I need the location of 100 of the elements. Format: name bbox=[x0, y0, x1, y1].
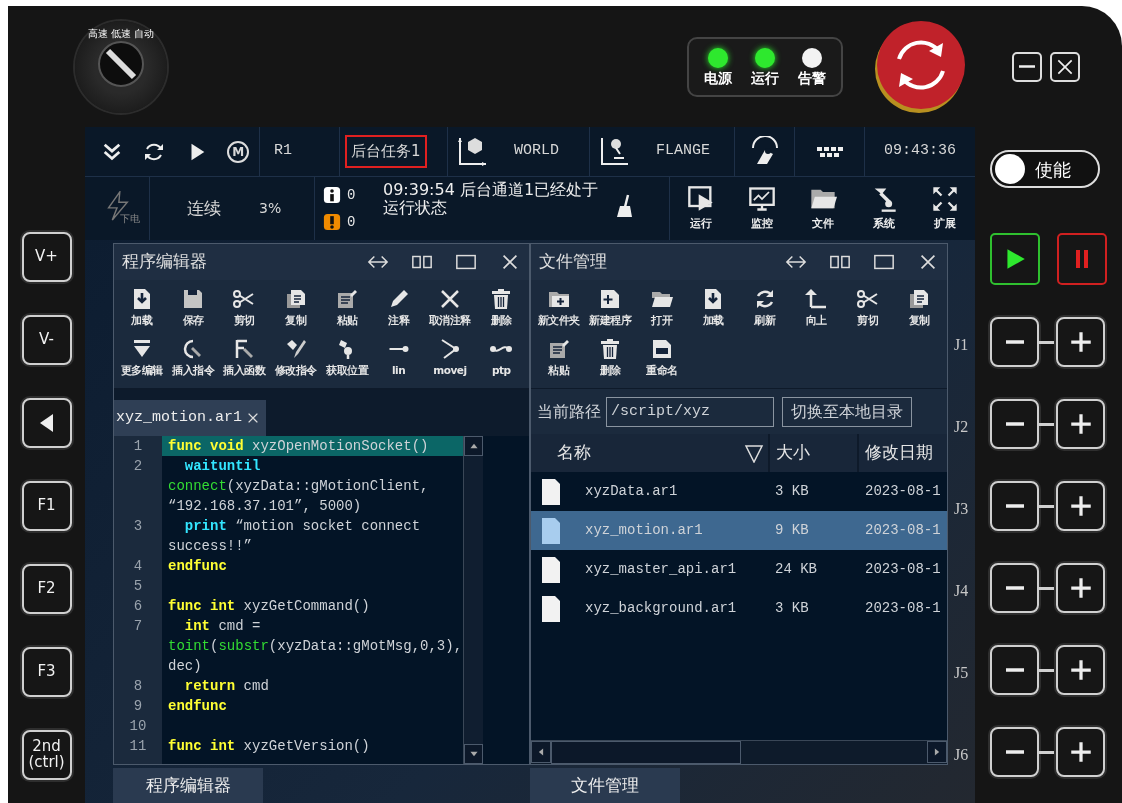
joint-label: J3 bbox=[954, 499, 969, 519]
jog-plus-button[interactable] bbox=[1056, 727, 1105, 777]
toolbar-button[interactable]: movej bbox=[424, 334, 476, 384]
info-icon bbox=[323, 186, 341, 204]
info-count: 0 bbox=[347, 185, 356, 205]
knob-label: 高速 bbox=[88, 28, 108, 39]
code-line: endfunc bbox=[167, 697, 228, 716]
jog-plus-button[interactable] bbox=[1056, 481, 1105, 531]
scroll-left-button[interactable] bbox=[531, 741, 551, 763]
file-date: 2023-08-1 bbox=[865, 560, 941, 579]
toolbar-button[interactable]: 获取位置 bbox=[321, 334, 373, 384]
toolbar-button[interactable]: 删除 bbox=[584, 334, 636, 384]
toolbar-button[interactable]: 插入函数 bbox=[218, 334, 271, 384]
coordinate-system: WORLD bbox=[514, 141, 559, 162]
scroll-down-button[interactable] bbox=[464, 744, 483, 764]
horizontal-scrollbar[interactable] bbox=[531, 740, 947, 764]
toolbar-button[interactable]: 加载 bbox=[116, 284, 168, 334]
toolbar-button[interactable]: 复制 bbox=[893, 284, 945, 334]
file-row[interactable]: xyzData.ar1 3 KB 2023-08-1 bbox=[531, 472, 947, 511]
scissors-icon bbox=[855, 287, 880, 311]
column-header[interactable]: 修改日期 bbox=[865, 440, 934, 466]
function-key[interactable]: 2nd (ctrl) bbox=[21, 730, 72, 780]
up-triangle-icon bbox=[468, 441, 479, 451]
file-date: 2023-08-1 bbox=[865, 599, 941, 618]
file-row[interactable]: xyz_master_api.ar1 24 KB 2023-08-1 bbox=[531, 550, 947, 589]
toolbar-button[interactable]: 注释 bbox=[372, 284, 425, 334]
jog-minus-button[interactable] bbox=[990, 563, 1039, 613]
mode-selector-knob[interactable]: 高速 低速 自动 bbox=[75, 20, 167, 113]
vertical-scrollbar[interactable] bbox=[463, 436, 483, 764]
sort-icon bbox=[743, 443, 764, 463]
file-row[interactable]: xyz_motion.ar1 9 KB 2023-08-1 bbox=[531, 511, 947, 550]
nav-button[interactable]: 文件 bbox=[792, 177, 853, 240]
code-line: int cmd = toint(substr(xyzData::gMotMsg,0,3), dec) bbox=[167, 617, 463, 676]
warning-icon bbox=[323, 213, 341, 231]
switch-directory-button[interactable]: 切换至本地目录 bbox=[782, 396, 912, 427]
file-name: xyz_motion.ar1 bbox=[585, 521, 704, 540]
toolbar-button[interactable]: 更多编辑 bbox=[116, 334, 168, 384]
jog-minus-button[interactable] bbox=[990, 317, 1039, 367]
toolbar-button[interactable]: 删除 bbox=[475, 284, 527, 334]
function-key[interactable]: F3 bbox=[21, 647, 72, 697]
file-row[interactable]: xyz_background.ar1 3 KB 2023-08-1 bbox=[531, 589, 947, 628]
nav-button[interactable]: 扩展 bbox=[914, 177, 975, 240]
pause-button[interactable] bbox=[1057, 233, 1107, 285]
toolbar-button[interactable]: 插入指令 bbox=[167, 334, 219, 384]
column-header[interactable]: 大小 bbox=[775, 440, 810, 466]
toolbar-button[interactable]: 剪切 bbox=[842, 284, 894, 334]
minus-icon bbox=[1005, 422, 1024, 426]
toolbar-button[interactable]: 向上 bbox=[790, 284, 842, 334]
toolbar-button[interactable]: 加载 bbox=[687, 284, 739, 334]
jog-minus-button[interactable] bbox=[990, 481, 1039, 531]
toolbar-button[interactable]: ptp bbox=[475, 334, 527, 384]
jog-plus-button[interactable] bbox=[1056, 399, 1105, 449]
toolbar-button[interactable]: 取消注释 bbox=[424, 284, 476, 334]
taskbar-tab[interactable]: 程序编辑器 bbox=[113, 768, 263, 803]
toolbar-button[interactable]: 打开 bbox=[636, 284, 688, 334]
scroll-right-button[interactable] bbox=[927, 741, 947, 763]
taskbar-tab[interactable]: 文件管理 bbox=[530, 768, 680, 803]
file-size: 24 KB bbox=[775, 560, 818, 579]
toolbar-button[interactable]: 复制 bbox=[270, 284, 322, 334]
path-field[interactable]: /script/xyz bbox=[606, 396, 774, 427]
function-key[interactable]: V- bbox=[21, 315, 72, 365]
toolbar-button[interactable]: 刷新 bbox=[739, 284, 791, 334]
toolbar-button[interactable]: 保存 bbox=[167, 284, 219, 334]
jog-plus-button[interactable] bbox=[1056, 645, 1105, 695]
minus-icon bbox=[1005, 586, 1024, 590]
scrollbar-thumb[interactable] bbox=[551, 741, 741, 764]
jog-minus-button[interactable] bbox=[990, 645, 1039, 695]
editor-tab[interactable]: xyz_motion.ar1 bbox=[114, 400, 267, 436]
function-key[interactable]: V+ bbox=[21, 232, 72, 282]
jog-minus-button[interactable] bbox=[990, 727, 1039, 777]
knob-label: 自动 bbox=[134, 28, 154, 39]
toolbar-button[interactable]: lin bbox=[372, 334, 425, 384]
nav-button[interactable]: 监控 bbox=[731, 177, 792, 240]
jog-minus-button[interactable] bbox=[990, 399, 1039, 449]
tool-frame: FLANGE bbox=[656, 140, 710, 163]
minus-icon bbox=[1005, 750, 1024, 754]
background-task-label: 后台任务1 bbox=[345, 135, 427, 168]
nav-button[interactable]: 运行 bbox=[670, 177, 731, 240]
toolbar-button[interactable]: 新文件夹 bbox=[533, 284, 585, 334]
scroll-up-button[interactable] bbox=[464, 436, 483, 456]
enable-switch[interactable]: 使能 bbox=[990, 150, 1100, 188]
status-message: 09:39:54 后台通道1已经处于运行状态 bbox=[383, 179, 600, 217]
close-button[interactable] bbox=[1050, 51, 1080, 82]
nav-button[interactable]: 系统 bbox=[853, 177, 914, 240]
column-header[interactable]: 名称 bbox=[557, 440, 591, 466]
toolbar-button[interactable]: 粘贴 bbox=[533, 334, 585, 384]
function-key[interactable]: F1 bbox=[21, 481, 72, 531]
toolbar-button[interactable]: 新建程序 bbox=[584, 284, 636, 334]
minimize-button[interactable] bbox=[1012, 51, 1042, 82]
back-key[interactable] bbox=[21, 398, 72, 448]
function-key[interactable]: F2 bbox=[21, 564, 72, 614]
toolbar-button[interactable]: 粘贴 bbox=[321, 284, 373, 334]
jog-plus-button[interactable] bbox=[1056, 563, 1105, 613]
indicator-label: 告警 bbox=[797, 71, 826, 85]
toolbar-button[interactable]: 重命名 bbox=[636, 334, 688, 384]
tool-axes-icon bbox=[598, 135, 630, 168]
run-button[interactable] bbox=[990, 233, 1040, 285]
toolbar-button[interactable]: 修改指令 bbox=[270, 334, 322, 384]
toolbar-button[interactable]: 剪切 bbox=[218, 284, 271, 334]
jog-plus-button[interactable] bbox=[1056, 317, 1105, 367]
